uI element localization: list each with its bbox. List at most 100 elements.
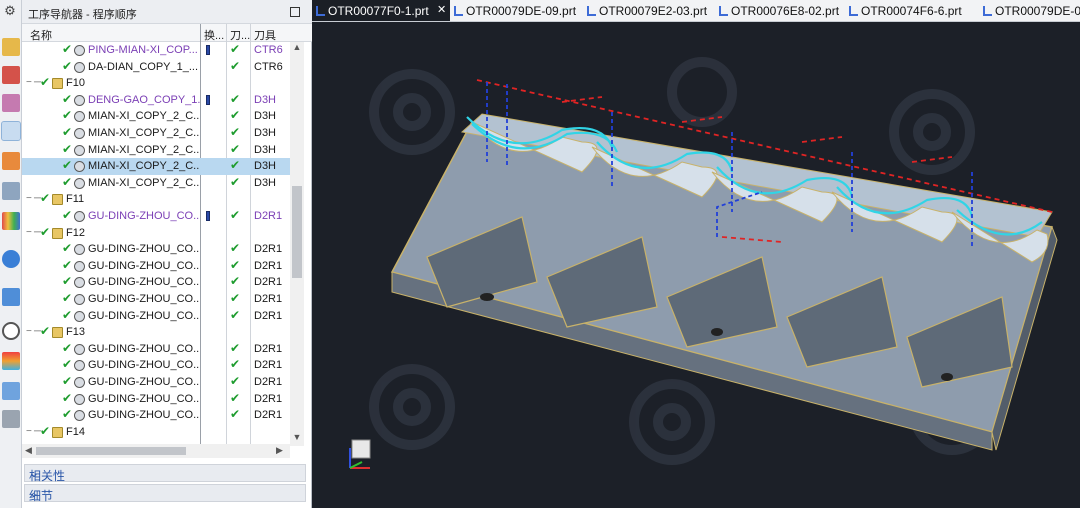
row-label: F13 xyxy=(66,326,85,339)
history-icon[interactable] xyxy=(2,288,20,306)
machine-tool-navigator-icon[interactable] xyxy=(2,152,20,170)
scroll-right-icon[interactable]: ▶ xyxy=(276,445,283,456)
close-tab-icon[interactable]: ✕ xyxy=(437,3,446,16)
palette-icon[interactable] xyxy=(2,212,20,230)
analysis-icon[interactable] xyxy=(2,352,20,370)
operation-row[interactable]: ✔ PING-MIAN-XI_COP... ✔ CTR6 xyxy=(22,42,290,59)
row-label: GU-DING-ZHOU_CO... xyxy=(88,342,200,355)
row-label: GU-DING-ZHOU_CO... xyxy=(88,259,200,272)
program-group-icon xyxy=(52,227,63,239)
details-section[interactable]: 细节 ⌄ xyxy=(24,484,306,503)
tool-name: D2R1 xyxy=(254,210,283,222)
operation-row[interactable]: ✔ GU-DING-ZHOU_CO... ✔ D2R1 xyxy=(22,407,290,424)
row-label: GU-DING-ZHOU_CO... xyxy=(88,293,200,305)
operation-row[interactable]: ✔ GU-DING-ZHOU_CO... ✔ D2R1 xyxy=(22,208,290,225)
operation-row[interactable]: ✔ GU-DING-ZHOU_CO... ✔ D2R1 xyxy=(22,274,290,291)
column-path[interactable]: 刀... xyxy=(230,27,250,43)
vertical-scrollbar[interactable]: ▲ ▼ xyxy=(290,42,304,446)
operation-row[interactable]: ✔ GU-DING-ZHOU_CO... ✔ D2R1 xyxy=(22,357,290,374)
check-icon: ✔ xyxy=(62,241,73,256)
operation-row[interactable]: ✔ GU-DING-ZHOU_CO... ✔ D2R1 xyxy=(22,374,290,391)
operation-row[interactable]: ✔ MIAN-XI_COPY_2_C... ✔ D3H xyxy=(22,108,290,125)
operation-row[interactable]: ✔ GU-DING-ZHOU_CO... ✔ D2R1 xyxy=(22,391,290,408)
tool-name: D3H xyxy=(254,143,277,156)
chevron-down-icon[interactable]: ⌄ xyxy=(29,486,299,500)
operation-row[interactable]: ✔ GU-DING-ZHOU_CO... ✔ D2R1 xyxy=(22,291,290,308)
scroll-down-icon[interactable]: ▼ xyxy=(290,432,304,446)
scroll-up-icon[interactable]: ▲ xyxy=(290,42,304,56)
collapse-toggle-icon[interactable]: − xyxy=(26,227,32,238)
check-icon: ✔ xyxy=(62,58,73,73)
row-label: GU-DING-ZHOU_CO... xyxy=(88,392,200,405)
process-studio-icon[interactable] xyxy=(2,382,20,400)
program-group-row[interactable]: − ─ ✔ F10 xyxy=(22,75,290,92)
operation-icon xyxy=(74,393,85,405)
row-label: GU-DING-ZHOU_CO... xyxy=(88,309,200,322)
collapse-toggle-icon[interactable]: − xyxy=(26,426,32,437)
dependencies-section[interactable]: 相关性 ⌄ xyxy=(24,464,306,483)
tab-label: OTR00077F0-1.prt xyxy=(328,4,429,18)
row-label: MIAN-XI_COPY_2_C... xyxy=(88,127,200,139)
check-icon: ✔ xyxy=(40,224,51,239)
collapse-toggle-icon[interactable]: − xyxy=(26,193,32,204)
part-file-icon xyxy=(454,6,463,16)
operation-icon xyxy=(74,260,85,272)
row-label: F12 xyxy=(66,226,85,239)
clock-icon[interactable] xyxy=(2,322,20,340)
assembly-navigator-icon[interactable] xyxy=(2,38,20,56)
hscroll-thumb[interactable] xyxy=(36,447,186,455)
check-icon: ✔ xyxy=(62,42,73,56)
operation-navigator-icon[interactable] xyxy=(1,121,21,141)
operation-row[interactable]: ✔ GU-DING-ZHOU_CO... ✔ D2R1 xyxy=(22,308,290,325)
collapse-toggle-icon[interactable]: − xyxy=(26,326,32,337)
program-group-row[interactable]: − ─ ✔ F11 xyxy=(22,191,290,208)
operation-row[interactable]: ✔ DA-DIAN_COPY_1_... ✔ CTR6 xyxy=(22,59,290,76)
row-label: GU-DING-ZHOU_CO... xyxy=(88,210,200,222)
scroll-thumb[interactable] xyxy=(292,186,302,278)
row-label: GU-DING-ZHOU_CO... xyxy=(88,359,200,372)
roles-icon[interactable] xyxy=(2,410,20,428)
operation-row[interactable]: ✔ MIAN-XI_COPY_2_C... ✔ D3H xyxy=(22,175,290,192)
file-tab[interactable]: OTR00079E2-03.prt xyxy=(583,0,715,21)
column-switch[interactable]: 换... xyxy=(204,27,224,43)
path-status-check-icon: ✔ xyxy=(230,158,241,173)
program-group-row[interactable]: − ─ ✔ F13 xyxy=(22,324,290,341)
program-group-icon xyxy=(52,327,63,339)
tool-name: D2R1 xyxy=(254,392,283,405)
graphics-viewport[interactable] xyxy=(312,22,1080,508)
operation-row[interactable]: ✔ MIAN-XI_COPY_2_C... ✔ D3H xyxy=(22,158,290,175)
operation-row[interactable]: ✔ MIAN-XI_COPY_2_C... ✔ D3H xyxy=(22,125,290,142)
operation-row[interactable]: ✔ MIAN-XI_COPY_2_C... ✔ D3H xyxy=(22,142,290,159)
web-browser-icon[interactable] xyxy=(2,250,20,268)
operation-icon xyxy=(74,377,85,388)
horizontal-scrollbar[interactable]: ◀ ▶ xyxy=(22,444,290,458)
collapse-toggle-icon[interactable]: − xyxy=(26,77,32,88)
operation-icon xyxy=(74,244,85,256)
tool-name: CTR6 xyxy=(254,60,283,73)
operation-row[interactable]: ✔ GU-DING-ZHOU_CO... ✔ D2R1 xyxy=(22,341,290,358)
chevron-down-icon[interactable]: ⌄ xyxy=(29,466,299,480)
part-model xyxy=(349,57,1058,469)
path-status-check-icon: ✔ xyxy=(230,108,241,123)
operation-row[interactable]: ✔ DENG-GAO_COPY_1... ✔ D3H xyxy=(22,92,290,109)
file-tab[interactable]: OTR00077F0-1.prt ✕ xyxy=(312,0,450,21)
program-group-row[interactable]: − ─ ✔ F12 xyxy=(22,225,290,242)
column-tool[interactable]: 刀具 xyxy=(254,27,276,43)
program-group-row[interactable]: − ─ ✔ F14 xyxy=(22,424,290,441)
file-tab[interactable]: OTR00079DE-05.prt xyxy=(979,0,1080,21)
file-tab[interactable]: OTR00079DE-09.prt xyxy=(450,0,583,21)
part-navigator-icon[interactable] xyxy=(2,94,20,112)
settings-gear-icon[interactable]: ⚙ xyxy=(3,4,17,18)
maximize-icon[interactable] xyxy=(290,7,300,17)
file-tab[interactable]: OTR00076E8-02.prt xyxy=(715,0,845,21)
operation-icon xyxy=(74,277,85,289)
column-name[interactable]: 名称 xyxy=(30,27,52,43)
operation-icon xyxy=(74,144,85,156)
wcs-triad-icon xyxy=(349,439,371,469)
operation-row[interactable]: ✔ GU-DING-ZHOU_CO... ✔ D2R1 xyxy=(22,258,290,275)
file-tab[interactable]: OTR00074F6-6.prt xyxy=(845,0,979,21)
reuse-library-icon[interactable] xyxy=(2,182,20,200)
scroll-left-icon[interactable]: ◀ xyxy=(25,445,32,456)
constraint-navigator-icon[interactable] xyxy=(2,66,20,84)
operation-row[interactable]: ✔ GU-DING-ZHOU_CO... ✔ D2R1 xyxy=(22,241,290,258)
